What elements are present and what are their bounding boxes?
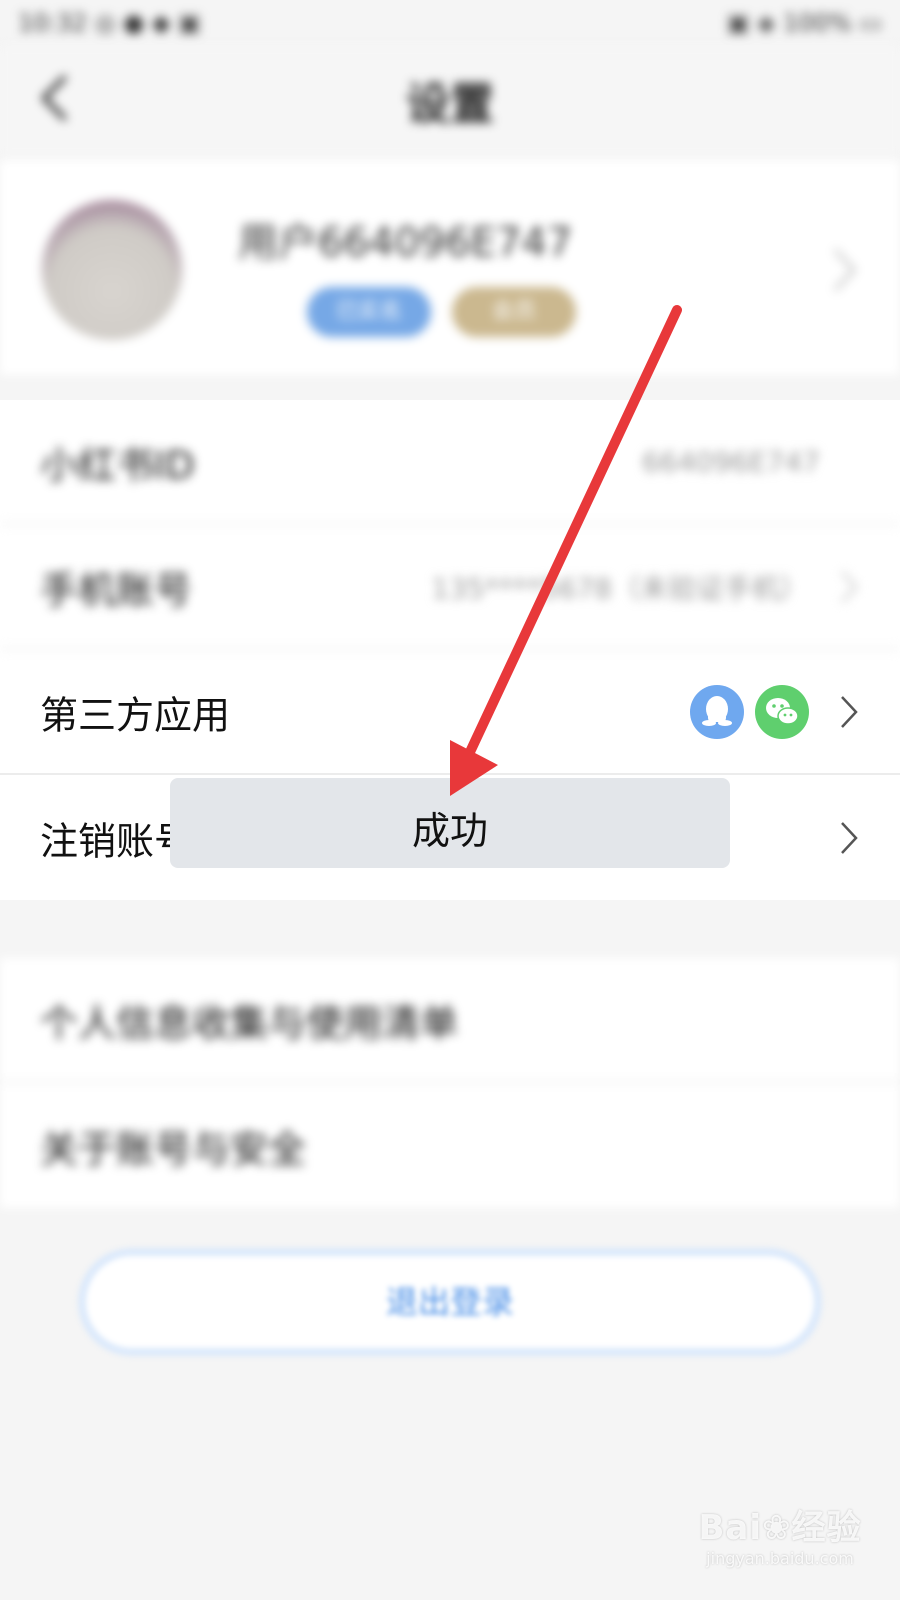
toast-text: 成功: [411, 809, 488, 853]
row-label: 手机账号: [40, 568, 193, 612]
profile-card[interactable]: 用户664096E747 已实名 会员: [0, 160, 900, 375]
wechat-icon: [755, 684, 809, 739]
chevron-right-icon: [841, 695, 858, 728]
qq-icon: [690, 684, 744, 739]
settings-row-third-party-apps[interactable]: 第三方应用: [0, 650, 900, 775]
row-label: 关于账号与安全: [40, 1127, 307, 1171]
row-value: 135****5678（未验证手机）: [431, 571, 808, 605]
avatar[interactable]: [42, 200, 182, 340]
member-badge: 会员: [452, 287, 576, 337]
success-toast: 成功: [170, 778, 730, 868]
baidu-jingyan-watermark: Bai❀经验 jingyan.baidu.com: [690, 1500, 870, 1580]
row-value: 664096E747: [641, 445, 820, 478]
settings-row-user-id[interactable]: 小红书ID 664096E747: [0, 400, 900, 525]
nav-bar: 设置: [0, 46, 900, 156]
verified-badge: 已实名: [307, 287, 431, 337]
logout-button[interactable]: 退出登录: [78, 1248, 822, 1356]
page-title: 设置: [406, 79, 494, 130]
chevron-right-icon: [834, 249, 857, 291]
chevron-right-icon: [840, 570, 859, 603]
username: 用户664096E747: [238, 220, 573, 266]
watermark-logo: Bai❀经验: [698, 1508, 862, 1548]
settings-row-privacy-list[interactable]: 个人信息收集与使用清单: [0, 958, 900, 1083]
status-right: ▣ ◈ 100% ▭: [726, 9, 882, 37]
chevron-right-icon: [841, 821, 858, 854]
row-label: 个人信息收集与使用清单: [40, 1001, 459, 1045]
settings-row-about-security[interactable]: 关于账号与安全: [0, 1083, 900, 1208]
status-bar: 10:32 ◎ ● ◆ ▣ ▣ ◈ 100% ▭: [0, 0, 900, 46]
row-label: 第三方应用: [40, 693, 231, 737]
info-group: 个人信息收集与使用清单 关于账号与安全: [0, 958, 900, 1208]
settings-row-phone[interactable]: 手机账号 135****5678（未验证手机）: [0, 525, 900, 650]
status-left: 10:32 ◎ ● ◆ ▣: [18, 9, 201, 37]
watermark-url: jingyan.baidu.com: [706, 1549, 854, 1568]
row-label: 小红书ID: [40, 443, 195, 487]
